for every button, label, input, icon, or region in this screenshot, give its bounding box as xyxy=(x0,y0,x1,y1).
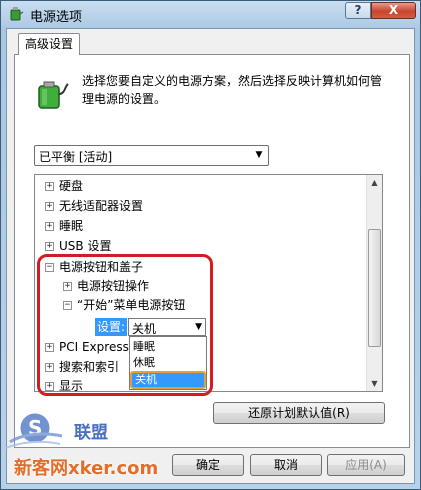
tree-scrollbar[interactable]: ▲ ▼ xyxy=(366,175,382,391)
expand-icon[interactable]: + xyxy=(45,222,54,231)
power-plan-select-value: 已平衡 [活动] xyxy=(39,150,113,164)
battery-plug-icon xyxy=(34,76,70,112)
watermark-site: 新客网 xyxy=(14,458,68,479)
tree-item-label: 电源按钮和盖子 xyxy=(59,260,144,274)
chevron-down-icon: ▼ xyxy=(255,150,263,160)
setting-combo[interactable]: 关机 ▼ xyxy=(128,318,206,336)
collapse-icon[interactable]: − xyxy=(45,263,54,272)
tree-item-label: 搜索和索引 xyxy=(59,360,120,374)
dropdown-option-sleep[interactable]: 睡眠 xyxy=(130,338,206,355)
setting-dropdown-list[interactable]: 睡眠 休眠 关机 xyxy=(129,336,207,390)
setting-label: 设置: xyxy=(95,318,128,336)
plan-description: 选择您要自定义的电源方案，然后选择反映计算机如何管理电源的设置。 xyxy=(82,74,383,106)
tree-item-label: 无线适配器设置 xyxy=(59,199,144,213)
setting-combo-value: 关机 xyxy=(132,322,157,336)
tree-item-label: 硬盘 xyxy=(59,179,84,193)
help-button[interactable]: ? xyxy=(345,2,371,19)
tree-item-label: USB 设置 xyxy=(59,239,112,253)
watermark-brand: 联盟 xyxy=(74,423,108,443)
dropdown-option-hibernate[interactable]: 休眠 xyxy=(130,354,206,371)
expand-icon[interactable]: + xyxy=(63,282,72,291)
collapse-icon[interactable]: − xyxy=(63,301,72,310)
watermark-text: 新客网xker.com xyxy=(14,454,158,480)
expand-icon[interactable]: + xyxy=(45,343,54,352)
apply-button[interactable]: 应用(A) xyxy=(327,454,405,476)
cancel-button[interactable]: 取消 xyxy=(250,454,322,476)
tree-item-label: “开始”菜单电源按钮 xyxy=(77,298,186,312)
tab-advanced-settings[interactable]: 高级设置 xyxy=(18,33,80,55)
power-options-icon xyxy=(8,6,24,22)
tree-item-label: 电源按钮操作 xyxy=(77,279,150,293)
scroll-up-icon[interactable]: ▲ xyxy=(368,175,381,190)
ok-button[interactable]: 确定 xyxy=(172,454,244,476)
expand-icon[interactable]: + xyxy=(45,182,54,191)
scrollbar-thumb[interactable] xyxy=(368,229,381,347)
dropdown-option-shutdown[interactable]: 关机 xyxy=(130,371,206,389)
expand-icon[interactable]: + xyxy=(45,202,54,211)
tree-item-label: 显示 xyxy=(59,379,84,392)
tree-item-label: 睡眠 xyxy=(59,219,84,233)
restore-defaults-button[interactable]: 还原计划默认值(R) xyxy=(213,402,385,424)
watermark-domain: xker.com xyxy=(68,458,159,479)
tree-item-label: PCI Express xyxy=(59,340,129,354)
window-title: 电源选项 xyxy=(30,10,83,25)
expand-icon[interactable]: + xyxy=(45,242,54,251)
expand-icon[interactable]: + xyxy=(45,382,54,391)
expand-icon[interactable]: + xyxy=(45,363,54,372)
power-plan-select[interactable]: 已平衡 [活动] ▼ xyxy=(34,145,269,166)
chevron-down-icon: ▼ xyxy=(195,322,202,332)
scroll-down-icon[interactable]: ▼ xyxy=(368,376,381,391)
settings-tree[interactable]: + 硬盘 + 无线适配器设置 + 睡眠 + USB 设置 − 电源按钮和盖子 +… xyxy=(34,174,383,392)
close-button[interactable]: X xyxy=(371,2,416,19)
title-bar[interactable]: 电源选项 ? X xyxy=(0,0,421,28)
